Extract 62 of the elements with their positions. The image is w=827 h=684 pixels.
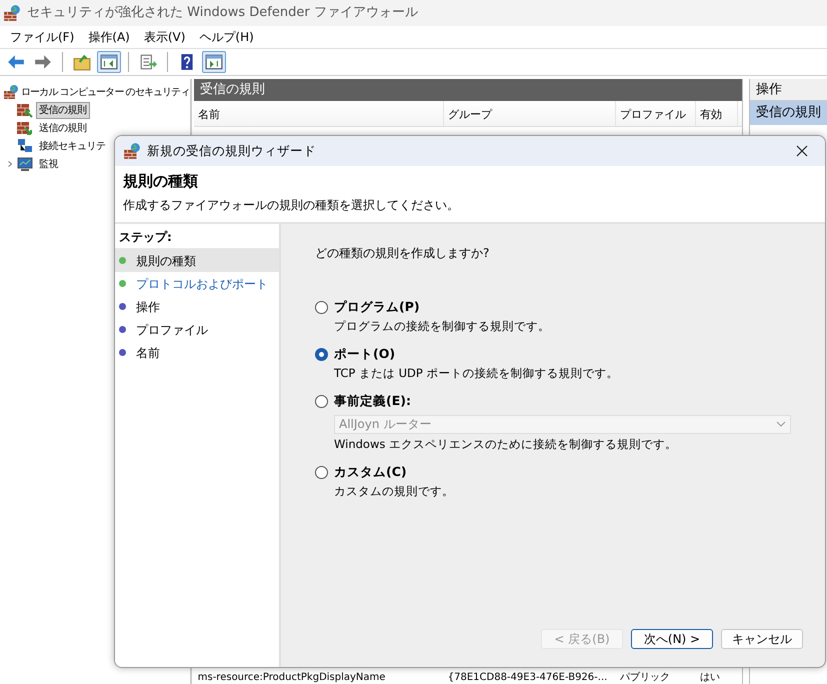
table-cell-text: パブリック	[618, 671, 671, 684]
radio-button[interactable]	[315, 300, 328, 314]
tree-item[interactable]: 接続セキュリテ	[36, 138, 108, 154]
radio-button[interactable]	[315, 348, 328, 361]
dropdown: AllJoyn ルーター	[334, 414, 791, 434]
radio-button[interactable]	[315, 466, 328, 479]
column-header[interactable]: 有効	[696, 101, 738, 126]
back-arrow-icon	[7, 53, 25, 71]
column-header[interactable]: グループ	[444, 101, 616, 126]
outbound-icon	[17, 120, 33, 136]
question-text: どの種類の規則を作成しますか?	[315, 245, 490, 262]
dialog-heading: 規則の種類	[123, 172, 199, 190]
tree-item[interactable]: ローカル コンピューター のセキュリティ	[21, 84, 190, 100]
panel-right-icon	[205, 53, 223, 71]
network-icon	[17, 138, 33, 154]
close-icon[interactable]	[796, 145, 808, 157]
menu-item[interactable]: 表示(V)	[136, 28, 192, 46]
radio-button[interactable]	[315, 394, 328, 408]
step-item[interactable]: プロファイル	[115, 318, 279, 341]
option-label[interactable]: プログラム(P)	[334, 298, 420, 317]
panel-left-button[interactable]	[97, 51, 121, 73]
dialog-subtitle: 作成するファイアウォールの規則の種類を選択してください。	[123, 197, 460, 214]
tree-item[interactable]: 監視	[36, 156, 61, 172]
firewall-icon	[3, 84, 19, 100]
panel-header: 操作	[750, 79, 827, 101]
firewall-icon	[123, 142, 141, 160]
option-description: Windows エクスペリエンスのために接続を制御する規則です。	[333, 436, 678, 453]
monitor-icon	[17, 156, 33, 172]
menu-item[interactable]: ヘルプ(H)	[192, 28, 261, 46]
step-item[interactable]: 操作	[115, 295, 279, 318]
option-label[interactable]: カスタム(C)	[334, 463, 407, 482]
column-header[interactable]: プロファイル	[616, 101, 696, 126]
step-item[interactable]: 名前	[115, 341, 279, 364]
wizard-button[interactable]: キャンセル	[721, 629, 803, 649]
table-cell-text: はい	[698, 671, 721, 684]
step-item[interactable]: プロトコルおよびポート	[115, 272, 279, 295]
firewall-icon	[3, 4, 21, 22]
option-description: TCP または UDP ポートの接続を制御する規則です。	[333, 364, 620, 382]
column-header[interactable]: 名前	[194, 101, 444, 126]
action-item[interactable]: 受信の規則	[750, 101, 827, 125]
inbound-icon	[17, 102, 33, 118]
option-description: プログラムの接続を制御する規則です。	[333, 318, 551, 335]
option-label[interactable]: ポート(O)	[334, 345, 396, 364]
dialog-title: 新規の受信の規則ウィザード	[147, 142, 316, 160]
option-description: カスタムの規則です。	[333, 482, 455, 500]
tree-item[interactable]: 送信の規則	[36, 120, 90, 136]
panel-left-icon	[100, 53, 118, 71]
table-cell-text: ms-resource:ProductPkgDisplayName	[196, 671, 386, 684]
menu-item[interactable]: ファイル(F)	[3, 28, 82, 46]
list-arrow-icon	[139, 53, 157, 71]
menu-item[interactable]: 操作(A)	[81, 28, 137, 46]
folder-icon	[73, 53, 91, 71]
window-title: セキュリティが強化された Windows Defender ファイアウォール	[27, 4, 418, 22]
table-cell-text: {78E1CD88-49E3-476E-B926-...	[446, 671, 608, 684]
forward-arrow-icon	[34, 53, 52, 71]
step-item[interactable]: 規則の種類	[115, 249, 279, 272]
wizard-button[interactable]: 次へ(N) >	[631, 629, 713, 649]
panel-header: 受信の規則	[194, 79, 742, 101]
tree-item[interactable]: 受信の規則	[36, 102, 90, 118]
panel-right-button[interactable]	[202, 51, 226, 73]
expand-chevron-icon[interactable]	[6, 159, 14, 169]
option-label[interactable]: 事前定義(E):	[334, 392, 411, 411]
